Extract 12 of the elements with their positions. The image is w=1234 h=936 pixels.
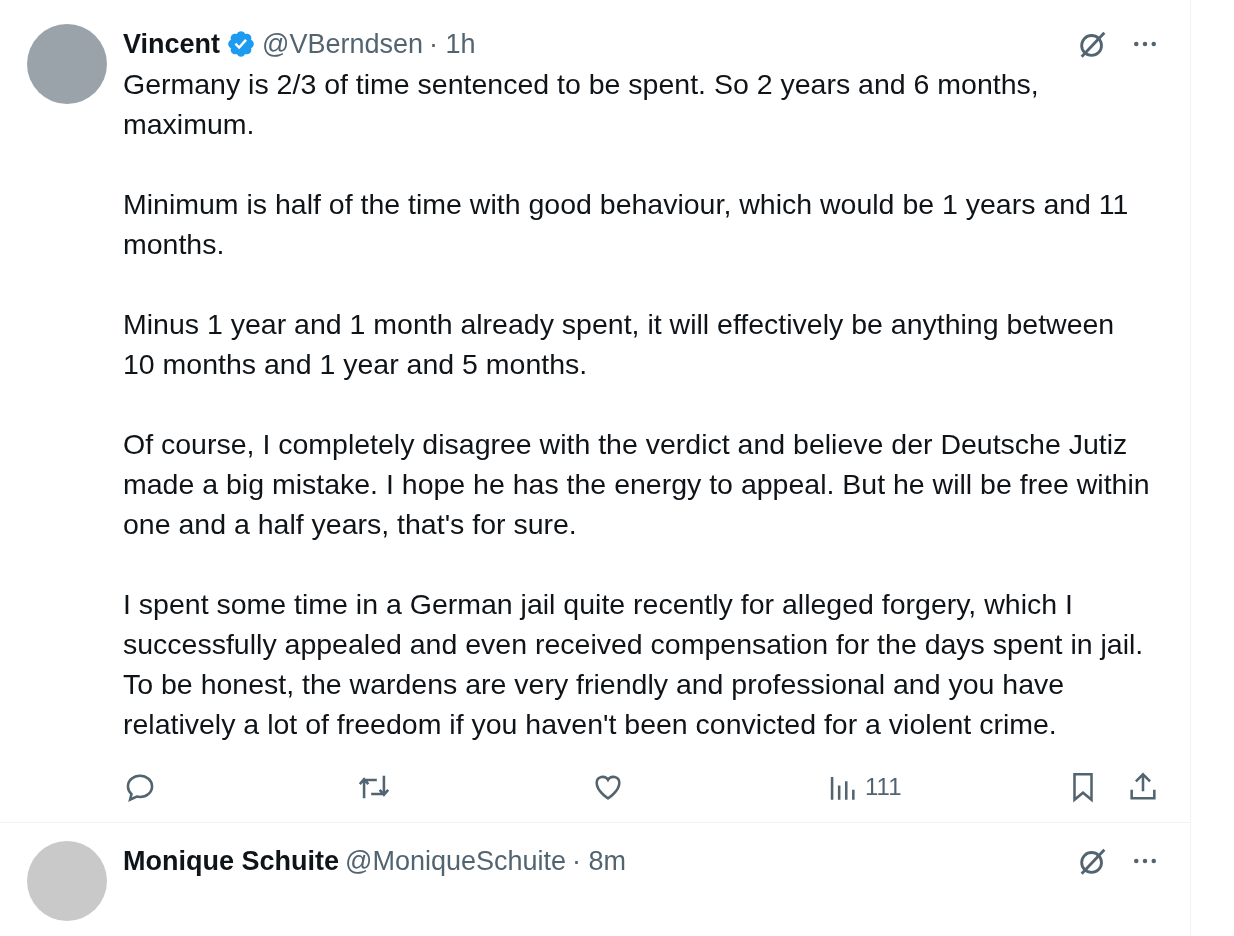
user-handle[interactable]: @VBerndsen xyxy=(262,28,424,60)
post-paragraph: Germany is 2/3 of time sentenced to be spent. So 2 years and 6 months, maximum. xyxy=(123,67,1040,142)
author-name[interactable]: Monique Schuite xyxy=(123,845,339,877)
post-paragraph: I spent some time in a German jail quite recently for alleged forgery, which I successfully appealed and even received compensation for the days spent in jail. To be honest, the wardens are very friendly and professional and you have relatively a lot of freedom if you haven't been convicted for a violent crime. xyxy=(123,587,1145,742)
post-time[interactable]: · 8m xyxy=(572,845,627,877)
post-paragraph: Minimum is half of the time with good behaviour, which would be 1 years and 11 months. xyxy=(123,187,1130,262)
post-paragraph: Of course, I completely disagree with the verdict and believe der Deutsche Jutiz made a big mistake. I hope he has the energy to appeal. But he will be free within one and a half years, that's for sure. xyxy=(123,427,1151,542)
view-count: 111 xyxy=(865,773,902,801)
post-paragraph: Minus 1 year and 1 month already spent, it will effectively be anything between 10 months and 1 year and 5 months. xyxy=(123,307,1116,382)
author-name[interactable]: Vincent xyxy=(123,28,221,60)
user-handle[interactable]: @MoniqueSchuite xyxy=(345,845,567,877)
post-time[interactable]: · 1h xyxy=(429,28,476,60)
